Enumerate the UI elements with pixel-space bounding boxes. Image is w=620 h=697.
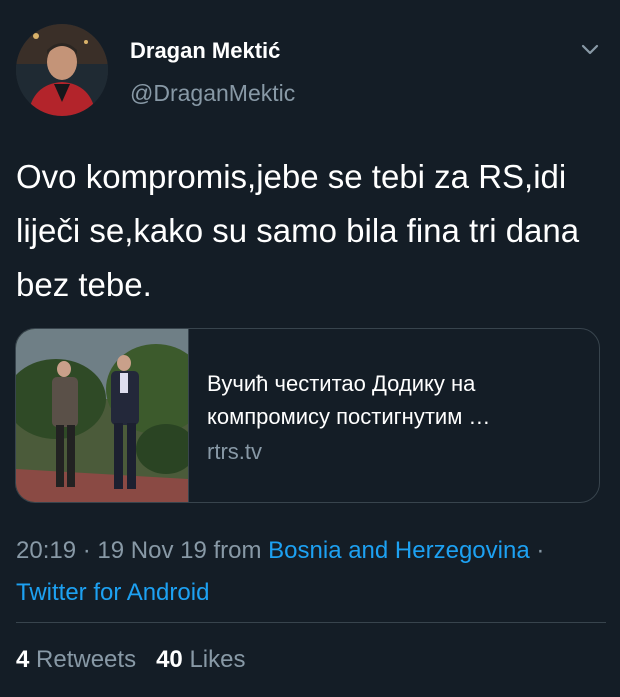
engagement-stats: 4 Retweets 40 Likes xyxy=(16,646,245,674)
source-link[interactable]: Twitter for Android xyxy=(16,579,209,606)
avatar[interactable] xyxy=(16,24,108,116)
meta-separator: · xyxy=(536,537,545,564)
retweets-count: 4 xyxy=(16,646,30,673)
tweet-meta: 20:19 · 19 Nov 19 from Bosnia and Herzeg… xyxy=(16,530,606,614)
link-card[interactable]: Вучић честитао Додику на компромису пост… xyxy=(15,328,600,503)
card-title[interactable]: Вучић честитао Додику на компромису пост… xyxy=(207,367,587,433)
tweet-text: Ovo kompromis,jebe se tebi za RS,idi lij… xyxy=(16,158,580,303)
card-divider xyxy=(188,329,189,502)
meta-separator: · xyxy=(82,537,91,564)
retweets-label: Retweets xyxy=(36,646,137,673)
likes-label: Likes xyxy=(189,646,246,673)
card-domain: rtrs.tv xyxy=(207,439,262,464)
tweet-date[interactable]: 19 Nov 19 xyxy=(97,537,206,564)
divider xyxy=(16,622,606,623)
avatar-image xyxy=(16,24,108,116)
chevron-down-icon[interactable] xyxy=(578,38,602,62)
likes-stat[interactable]: 40 Likes xyxy=(156,646,245,673)
card-thumbnail xyxy=(16,329,206,502)
location-link[interactable]: Bosnia and Herzegovina xyxy=(268,537,530,564)
tweet-time[interactable]: 20:19 xyxy=(16,537,76,564)
likes-count: 40 xyxy=(156,646,183,673)
retweets-stat[interactable]: 4 Retweets xyxy=(16,646,136,673)
author-name[interactable]: Dragan Mektić xyxy=(130,38,280,64)
author-handle[interactable]: @DraganMektic xyxy=(130,80,295,107)
from-label: from xyxy=(213,537,262,564)
